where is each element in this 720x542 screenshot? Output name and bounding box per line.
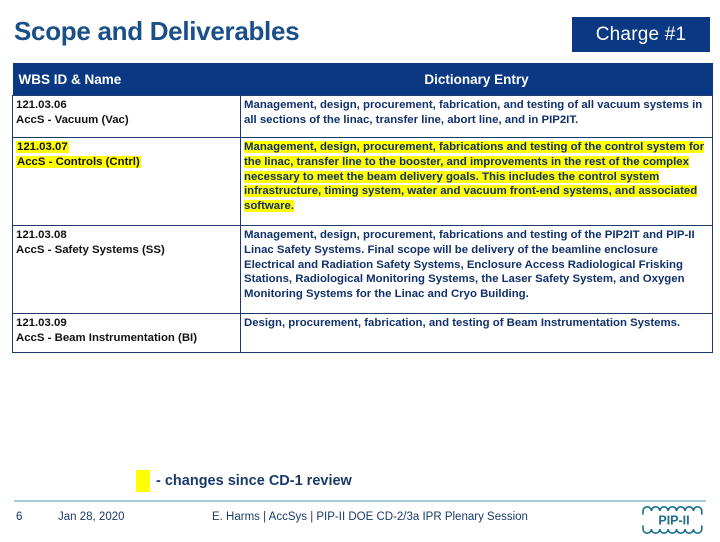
cell-dictionary-entry: Management, design, procurement, fabrica… [240, 225, 713, 314]
highlight: AccS - Controls (Cntrl) [16, 155, 141, 168]
cell-wbs-id-name: 121.03.09 AccS - Beam Instrumentation (BI… [12, 313, 241, 353]
cell-wbs-id-name: 121.03.06 AccS - Vacuum (Vac) [12, 95, 241, 138]
cell-dictionary-entry: Management, design, procurement, fabrica… [240, 137, 713, 226]
table-row: 121.03.09 AccS - Beam Instrumentation (BI… [12, 313, 713, 353]
wbs-name: AccS - Vacuum (Vac) [16, 113, 129, 126]
legend-label: - changes since CD-1 review [156, 473, 352, 489]
table-row: 121.03.08 AccS - Safety Systems (SS) Manag… [12, 225, 713, 314]
cell-wbs-id-name: 121.03.08 AccS - Safety Systems (SS) [12, 225, 241, 314]
footer-date: Jan 28, 2020 [58, 511, 125, 523]
cell-dictionary-entry: Design, procurement, fabrication, and te… [240, 313, 713, 353]
wbs-name: AccS - Controls (Cntrl) [16, 155, 237, 170]
dictionary-entry-text: Design, procurement, fabrication, and te… [244, 317, 681, 329]
dictionary-entry-text: Management, design, procurement, fabrica… [244, 141, 705, 213]
footer-divider [14, 500, 706, 502]
pip-ii-logo-text: PIP-II [658, 514, 689, 528]
dictionary-entry-text: Management, design, procurement, fabrica… [244, 229, 695, 301]
column-header-wbs-id: WBS ID & Name [12, 63, 241, 96]
table-row: 121.03.06 AccS - Vacuum (Vac) Management, … [12, 95, 713, 138]
page-title: Scope and Deliverables [14, 16, 300, 46]
wbs-id: 121.03.08 [16, 229, 67, 241]
wbs-dictionary-table: WBS ID & Name Dictionary Entry 121.03.06… [12, 63, 713, 353]
table-row: 121.03.07 AccS - Controls (Cntrl) Manageme… [12, 137, 713, 226]
column-header-dictionary-entry: Dictionary Entry [240, 63, 713, 96]
pip-ii-logo: PIP-II [638, 503, 710, 537]
wbs-name: AccS - Safety Systems (SS) [16, 243, 165, 256]
wbs-name: AccS - Beam Instrumentation (BI) [16, 331, 198, 344]
dictionary-entry-text: Management, design, procurement, fabrica… [244, 99, 703, 126]
footer-page-number: 6 [16, 511, 23, 523]
charge-banner: Charge #1 [572, 17, 710, 52]
footer-attribution: E. Harms | AccSys | PIP-II DOE CD-2/3a I… [212, 511, 528, 523]
cell-dictionary-entry: Management, design, procurement, fabrica… [240, 95, 713, 138]
highlight: 121.03.07 [16, 141, 69, 153]
wbs-id: 121.03.09 [16, 317, 67, 329]
legend: - changes since CD-1 review [136, 470, 352, 492]
wbs-id: 121.03.06 [16, 99, 67, 111]
table-header-row: WBS ID & Name Dictionary Entry [12, 63, 713, 96]
cell-wbs-id-name: 121.03.07 AccS - Controls (Cntrl) [12, 137, 241, 226]
legend-highlight-swatch [136, 470, 150, 492]
wbs-id: 121.03.07 [16, 140, 237, 155]
